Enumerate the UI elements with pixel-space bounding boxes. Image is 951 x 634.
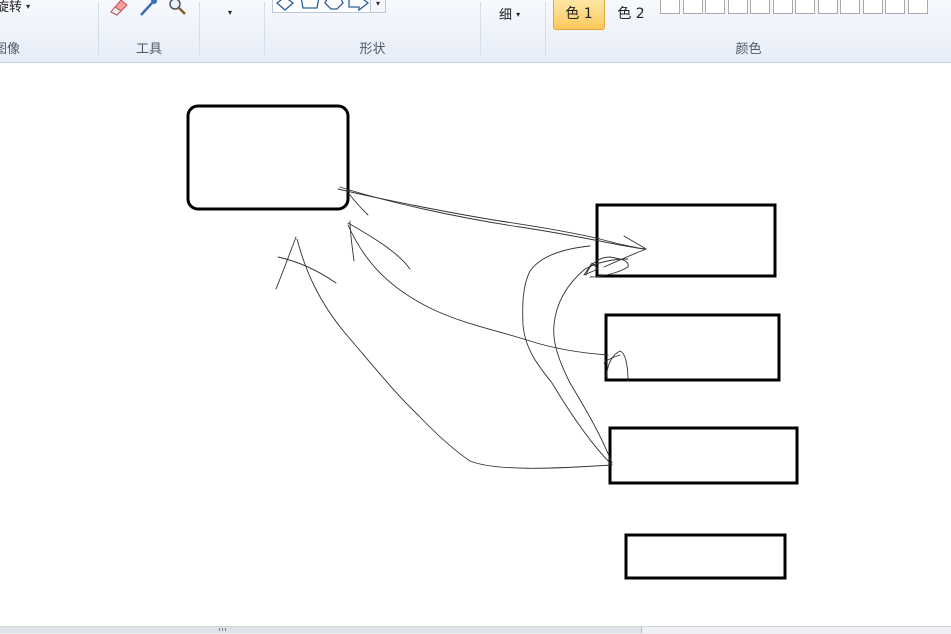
shapes-gallery	[272, 0, 372, 13]
tools-group: 工具	[99, 0, 199, 62]
color-picker-icon[interactable]	[137, 0, 159, 16]
chevron-down-icon: ▾	[516, 10, 521, 19]
ribbon: 旋转 ▾ 图像 工具 ▾ 形状 ▾ 细 ▾ 色 1 色 2 颜色	[0, 0, 951, 63]
image-group-label: 图像	[0, 42, 21, 57]
right-arrow-shape-icon[interactable]	[348, 0, 370, 12]
brushes-group: ▾	[200, 0, 264, 62]
magnifier-icon[interactable]	[166, 0, 188, 16]
drawing-canvas[interactable]	[0, 63, 951, 626]
rectangle-shape-4	[624, 533, 787, 580]
rounded-rectangle-shape	[186, 104, 350, 211]
scrollbar-thumb[interactable]	[0, 627, 642, 633]
brushes-dropdown-button[interactable]: ▾	[228, 4, 232, 19]
colors-group-label: 颜色	[735, 42, 762, 57]
rotate-button[interactable]: 旋转 ▾	[0, 0, 30, 15]
eraser-icon[interactable]	[107, 0, 129, 16]
size-group: 细 ▾	[481, 0, 545, 62]
chevron-down-icon: ▾	[228, 8, 233, 17]
rectangle-shape-2	[604, 313, 781, 382]
size-label: 细	[499, 8, 513, 23]
image-group: 旋转 ▾ 图像	[0, 0, 98, 62]
canvas-drawing	[186, 104, 799, 580]
colors-group: 颜色	[546, 0, 951, 62]
rectangle-shape-1	[595, 203, 777, 278]
chevron-down-icon: ▾	[375, 0, 380, 8]
tools-group-label: 工具	[135, 42, 162, 57]
diamond-shape-icon[interactable]	[275, 0, 295, 11]
scrollbar-grip-icon	[219, 628, 228, 631]
rotate-label: 旋转	[0, 0, 23, 15]
rectangle-shape-3	[608, 426, 799, 485]
shapes-group-label: 形状	[359, 42, 386, 57]
shapes-gallery-icons	[275, 0, 370, 12]
shapes-more-button[interactable]: ▾	[370, 0, 386, 13]
size-dropdown-button[interactable]: 细 ▾	[499, 4, 520, 23]
hexagon-shape-icon[interactable]	[324, 0, 344, 10]
freehand-strokes	[275, 186, 647, 469]
chevron-down-icon: ▾	[26, 2, 31, 11]
pentagon-shape-icon[interactable]	[300, 0, 320, 9]
